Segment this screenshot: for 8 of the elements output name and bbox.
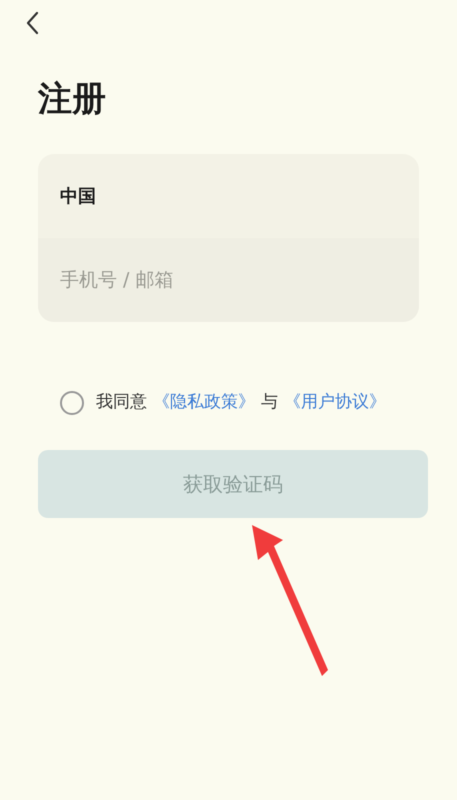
privacy-policy-link[interactable]: 《隐私政策》 xyxy=(153,390,255,416)
agree-text: 我同意 xyxy=(96,391,147,414)
page-title: 注册 xyxy=(38,82,106,116)
region-selector[interactable]: 中国 xyxy=(60,182,96,210)
conjunction-text: 与 xyxy=(261,391,278,414)
agree-checkbox[interactable] xyxy=(60,390,84,415)
user-agreement-link[interactable]: 《用户协议》 xyxy=(284,390,386,416)
phone-input-field[interactable]: 手机号 / 邮箱 xyxy=(38,238,419,322)
